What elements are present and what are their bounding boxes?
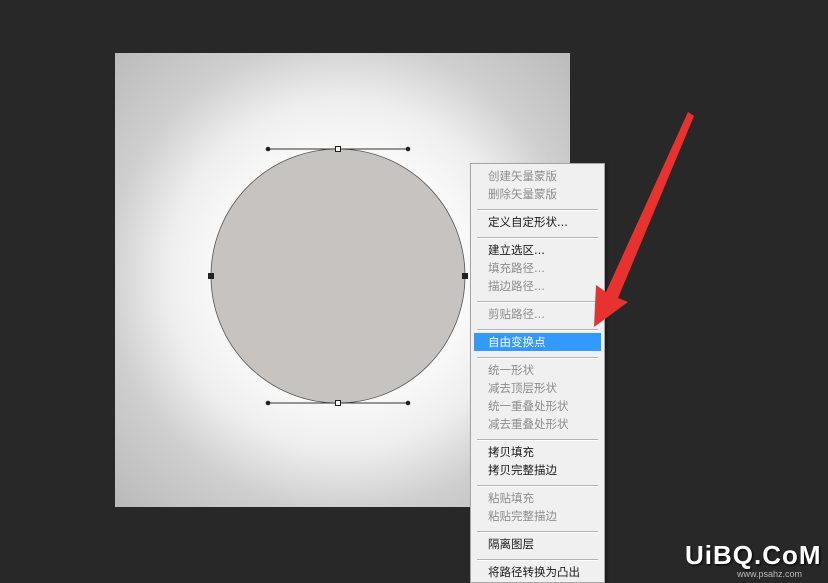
menu-item-make-selection[interactable]: 建立选区... [474, 241, 601, 259]
menu-item-copy-fill[interactable]: 拷贝填充 [474, 443, 601, 461]
handle-point[interactable] [405, 146, 411, 152]
watermark-url: www.psahz.com [737, 569, 803, 579]
handle-point[interactable] [265, 146, 271, 152]
menu-separator [477, 209, 598, 211]
menu-item-create-vector-mask[interactable]: 创建矢量蒙版 [474, 167, 601, 185]
context-menu: 创建矢量蒙版 删除矢量蒙版 定义自定形状... 建立选区... 填充路径... … [470, 163, 605, 583]
menu-item-convert-path-to-extrusion[interactable]: 将路径转换为凸出 [474, 563, 601, 581]
menu-item-fill-path[interactable]: 填充路径... [474, 259, 601, 277]
handle-point[interactable] [265, 400, 271, 406]
menu-item-stroke-path[interactable]: 描边路径... [474, 277, 601, 295]
menu-item-free-transform-points[interactable]: 自由变换点 [474, 333, 601, 351]
menu-separator [477, 301, 598, 303]
menu-separator [477, 531, 598, 533]
menu-item-clipping-path[interactable]: 剪贴路径... [474, 305, 601, 323]
anchor-point-bottom[interactable] [335, 400, 341, 406]
menu-item-subtract-front-shape[interactable]: 减去顶层形状 [474, 379, 601, 397]
menu-item-subtract-at-overlap[interactable]: 减去重叠处形状 [474, 415, 601, 433]
watermark-logo: UiBQ.CoM [685, 540, 822, 570]
menu-item-unite-at-overlap[interactable]: 统一重叠处形状 [474, 397, 601, 415]
menu-separator [477, 357, 598, 359]
menu-separator [477, 439, 598, 441]
watermark: UiBQ.CoM www.psahz.com [685, 540, 825, 580]
menu-separator [477, 559, 598, 561]
menu-separator [477, 329, 598, 331]
anchor-point-top[interactable] [335, 146, 341, 152]
menu-item-define-custom-shape[interactable]: 定义自定形状... [474, 213, 601, 231]
ellipse-shape[interactable] [210, 148, 466, 404]
menu-item-delete-vector-mask[interactable]: 删除矢量蒙版 [474, 185, 601, 203]
menu-item-paste-fill[interactable]: 粘贴填充 [474, 489, 601, 507]
menu-item-copy-complete-stroke[interactable]: 拷贝完整描边 [474, 461, 601, 479]
menu-item-paste-complete-stroke[interactable]: 粘贴完整描边 [474, 507, 601, 525]
menu-separator [477, 485, 598, 487]
shape-overlay [208, 146, 468, 406]
anchor-point-left[interactable] [208, 273, 214, 279]
anchor-point-right[interactable] [462, 273, 468, 279]
menu-item-isolate-layers[interactable]: 隔离图层 [474, 535, 601, 553]
menu-item-unite-shapes[interactable]: 统一形状 [474, 361, 601, 379]
handle-point[interactable] [405, 400, 411, 406]
menu-separator [477, 237, 598, 239]
